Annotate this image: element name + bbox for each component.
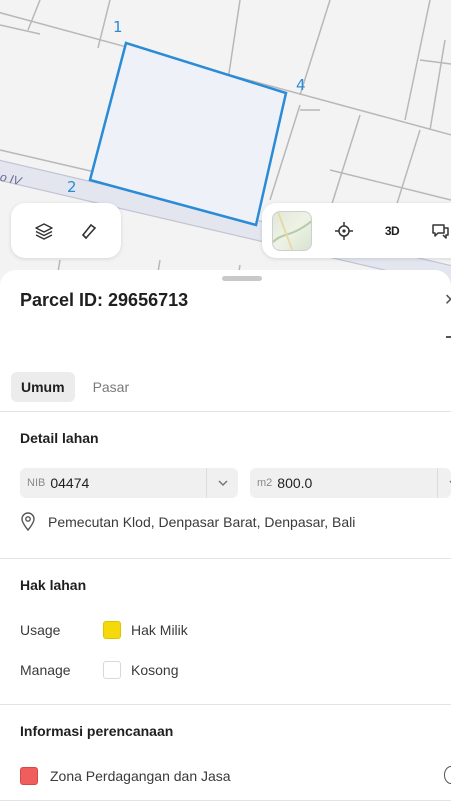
area-select[interactable]: m2 800.0 <box>250 468 451 498</box>
locate-button[interactable] <box>328 215 360 247</box>
area-value: 800.0 <box>277 475 313 491</box>
feedback-button[interactable] <box>424 215 451 247</box>
manage-label: Manage <box>20 662 71 678</box>
zona-row[interactable]: Zona Perdagangan dan Jasa <box>20 767 231 785</box>
manage-value: Kosong <box>131 662 179 678</box>
feedback-icon <box>432 223 449 239</box>
nib-value: 04474 <box>50 475 90 491</box>
parcel-bottom-sheet: Parcel ID: 29656713 ✕ Umum Pasar Detail … <box>0 270 451 804</box>
location-pin-icon <box>21 512 35 532</box>
tab-umum[interactable]: Umum <box>11 372 75 402</box>
parcel-title: Parcel ID: 29656713 <box>20 290 189 310</box>
layers-icon <box>34 222 53 240</box>
usage-value: Hak Milik <box>131 622 188 638</box>
divider <box>0 411 451 412</box>
section-title-detail: Detail lahan <box>20 430 99 446</box>
zona-color-swatch <box>20 767 38 785</box>
vertex-label-4: 4 <box>296 76 306 94</box>
measure-button[interactable] <box>73 215 105 247</box>
basemap-thumbnail[interactable] <box>272 210 312 251</box>
tab-bar: Umum Pasar <box>11 372 139 402</box>
usage-color-swatch <box>103 621 121 639</box>
tab-pasar[interactable]: Pasar <box>83 372 140 402</box>
layers-button[interactable] <box>28 215 60 247</box>
locate-icon <box>335 221 353 240</box>
manage-color-swatch <box>103 661 121 679</box>
map-view[interactable]: 1 2 4 o IV 3D <box>0 0 451 290</box>
chevron-down-icon <box>206 468 238 498</box>
close-icon[interactable]: ✕ <box>444 290 451 310</box>
info-icon[interactable] <box>444 766 451 784</box>
measure-icon <box>81 223 96 239</box>
3d-toggle-button[interactable]: 3D <box>376 215 408 247</box>
usage-label: Usage <box>20 622 61 638</box>
divider <box>0 800 451 801</box>
section-title-hak: Hak lahan <box>20 577 87 593</box>
basemap-preview-icon <box>273 211 311 250</box>
vertex-label-1: 1 <box>113 18 123 36</box>
drag-handle[interactable] <box>222 276 262 281</box>
section-title-perencanaan: Informasi perencanaan <box>20 723 174 739</box>
map-tools-left <box>11 203 121 258</box>
vertex-label-2: 2 <box>67 178 77 196</box>
nib-select[interactable]: NIB 04474 <box>20 468 238 498</box>
divider <box>0 558 451 559</box>
area-prefix: m2 <box>257 477 273 489</box>
address-text: Pemecutan Klod, Denpasar Barat, Denpasar… <box>48 514 356 530</box>
chevron-down-icon <box>437 468 451 498</box>
map-tools-right: 3D <box>262 203 451 258</box>
nib-prefix: NIB <box>27 477 46 489</box>
zona-text: Zona Perdagangan dan Jasa <box>50 768 231 784</box>
address-row: Pemecutan Klod, Denpasar Barat, Denpasar… <box>20 512 355 532</box>
minimize-icon[interactable] <box>446 336 451 338</box>
divider <box>0 704 451 705</box>
